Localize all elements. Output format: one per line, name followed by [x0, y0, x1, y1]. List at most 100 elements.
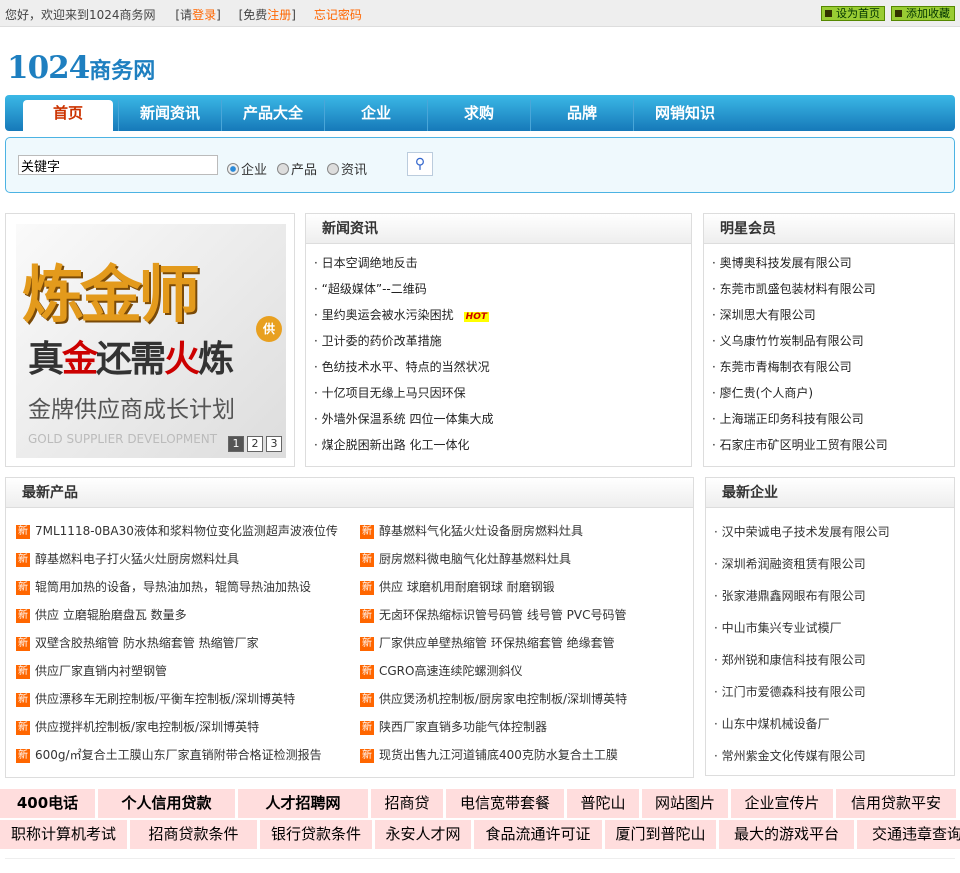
member-item[interactable]: 奥博奥科技发展有限公司 — [720, 256, 852, 270]
product-item[interactable]: 新供应厂家直销内衬塑钢管 — [16, 657, 338, 685]
members-heading: 明星会员 — [704, 214, 954, 244]
friend-link[interactable]: 银行贷款条件 — [260, 820, 372, 849]
product-item[interactable]: 新 CGRO高速连续陀螺测斜仪 — [360, 657, 627, 685]
radio-product[interactable]: 产品 — [277, 159, 317, 178]
friend-link[interactable]: 永安人才网 — [375, 820, 471, 849]
banner-page-1[interactable]: 1 — [228, 436, 244, 452]
company-item[interactable]: 中山市集兴专业试模厂 — [722, 621, 842, 635]
news-item[interactable]: 日本空调绝地反击 — [322, 256, 418, 270]
product-link[interactable]: 陕西厂家直销多功能气体控制器 — [379, 720, 547, 734]
product-link[interactable]: 供应 立磨辊胎磨盘瓦 数量多 — [35, 608, 187, 622]
product-link[interactable]: 辊筒用加热的设备，导热油加热，辊筒导热油加热设 — [35, 580, 311, 594]
nav-companies[interactable]: 企业 — [324, 100, 427, 131]
friend-link[interactable]: 厦门到普陀山 — [605, 820, 716, 849]
banner-page-3[interactable]: 3 — [266, 436, 282, 452]
company-item[interactable]: 江门市爱德森科技有限公司 — [722, 685, 866, 699]
product-link[interactable]: 供应 球磨机用耐磨钢球 耐磨钢锻 — [379, 580, 555, 594]
company-item[interactable]: 郑州锐和康信科技有限公司 — [722, 653, 866, 667]
member-item[interactable]: 石家庄市矿区明业工贸有限公司 — [720, 438, 888, 452]
company-item[interactable]: 深圳希润融资租赁有限公司 — [722, 557, 866, 571]
news-item[interactable]: 外墙外保温系统 四位一体集大成 — [322, 412, 494, 426]
product-item[interactable]: 新醇基燃料电子打火猛火灶厨房燃料灶具 — [16, 545, 338, 573]
register-link[interactable]: 注册 — [267, 8, 291, 22]
news-item[interactable]: 里约奥运会被水污染困扰 — [322, 308, 454, 322]
news-item[interactable]: “超级媒体”--二维码 — [322, 282, 427, 296]
radio-news[interactable]: 资讯 — [327, 159, 367, 178]
friend-link[interactable]: 普陀山 — [567, 789, 639, 818]
product-link[interactable]: 双壁含胶热缩管 防水热缩套管 热缩管厂家 — [35, 636, 259, 650]
product-item[interactable]: 新无卤环保热缩标识管号码管 线号管 PVC号码管 — [360, 601, 627, 629]
product-item[interactable]: 新辊筒用加热的设备，导热油加热，辊筒导热油加热设 — [16, 573, 338, 601]
product-link[interactable]: 厂家供应单壁热缩管 环保热缩套管 绝缘套管 — [379, 636, 615, 650]
product-item[interactable]: 新供应 立磨辊胎磨盘瓦 数量多 — [16, 601, 338, 629]
site-logo[interactable]: 1024商务网 — [7, 50, 155, 86]
friend-link[interactable]: 食品流通许可证 — [474, 820, 602, 849]
product-link[interactable]: 醇基燃料气化猛火灶设备厨房燃料灶具 — [379, 524, 583, 538]
company-item[interactable]: 汉中荣诚电子技术发展有限公司 — [722, 525, 890, 539]
set-home-button[interactable]: 设为首页 — [821, 6, 885, 21]
product-item[interactable]: 新现货出售九江河道铺底400克防水复合土工膜 — [360, 741, 627, 769]
nav-news[interactable]: 新闻资讯 — [118, 100, 221, 131]
product-link[interactable]: 供应漂移车无刷控制板/平衡车控制板/深圳博英特 — [35, 692, 295, 706]
product-link[interactable]: 供应煲汤机控制板/厨房家电控制板/深圳博英特 — [379, 692, 627, 706]
friend-link[interactable]: 信用贷款平安 — [836, 789, 956, 818]
product-item[interactable]: 新醇基燃料气化猛火灶设备厨房燃料灶具 — [360, 517, 627, 545]
product-item[interactable]: 新 7ML1118-0BA30液体和浆料物位变化监测超声波液位传 — [16, 517, 338, 545]
friend-link[interactable]: 400电话 — [0, 789, 95, 818]
nav-marketing[interactable]: 网销知识 — [633, 100, 736, 131]
company-item[interactable]: 张家港鼎鑫网眼布有限公司 — [722, 589, 866, 603]
product-item[interactable]: 新供应煲汤机控制板/厨房家电控制板/深圳博英特 — [360, 685, 627, 713]
product-link[interactable]: 供应厂家直销内衬塑钢管 — [35, 664, 167, 678]
product-item[interactable]: 新 600g/㎡复合土工膜山东厂家直销附带合格证检测报告 — [16, 741, 338, 769]
member-item[interactable]: 深圳思大有限公司 — [720, 308, 816, 322]
nav-buy[interactable]: 求购 — [427, 100, 530, 131]
news-item[interactable]: 十亿项目无缘上马只因环保 — [322, 386, 466, 400]
friend-link[interactable]: 网站图片 — [642, 789, 728, 818]
member-item[interactable]: 东莞市青梅制衣有限公司 — [720, 360, 852, 374]
nav-products[interactable]: 产品大全 — [221, 100, 324, 131]
product-link[interactable]: 醇基燃料电子打火猛火灶厨房燃料灶具 — [35, 552, 239, 566]
product-link[interactable]: 现货出售九江河道铺底400克防水复合土工膜 — [379, 748, 618, 762]
product-link[interactable]: 厨房燃料微电脑气化灶醇基燃料灶具 — [379, 552, 571, 566]
news-item[interactable]: 煤企脱困新出路 化工一体化 — [322, 438, 470, 452]
product-link[interactable]: CGRO高速连续陀螺测斜仪 — [379, 664, 522, 678]
company-item[interactable]: 山东中煤机械设备厂 — [722, 717, 830, 731]
product-link[interactable]: 7ML1118-0BA30液体和浆料物位变化监测超声波液位传 — [35, 524, 338, 538]
friend-link[interactable]: 职称计算机考试 — [0, 820, 127, 849]
search-button[interactable]: ⚲ — [407, 152, 433, 176]
login-link[interactable]: 登录 — [192, 8, 216, 22]
news-item[interactable]: 卫计委的药价改革措施 — [322, 334, 442, 348]
friend-link[interactable]: 招商贷 — [371, 789, 443, 818]
product-item[interactable]: 新供应漂移车无刷控制板/平衡车控制板/深圳博英特 — [16, 685, 338, 713]
member-item[interactable]: 义乌康竹竹炭制品有限公司 — [720, 334, 864, 348]
product-item[interactable]: 新供应搅拌机控制板/家电控制板/深圳博英特 — [16, 713, 338, 741]
product-link[interactable]: 供应搅拌机控制板/家电控制板/深圳博英特 — [35, 720, 259, 734]
product-item[interactable]: 新陕西厂家直销多功能气体控制器 — [360, 713, 627, 741]
friend-link[interactable]: 企业宣传片 — [731, 789, 833, 818]
radio-company[interactable]: 企业 — [227, 159, 267, 178]
nav-brands[interactable]: 品牌 — [530, 100, 633, 131]
company-item[interactable]: 常州紫金文化传媒有限公司 — [722, 749, 866, 763]
news-item[interactable]: 色纺技术水平、特点的当然状况 — [322, 360, 490, 374]
product-item[interactable]: 新双壁含胶热缩管 防水热缩套管 热缩管厂家 — [16, 629, 338, 657]
product-item[interactable]: 新供应 球磨机用耐磨钢球 耐磨钢锻 — [360, 573, 627, 601]
product-item[interactable]: 新厂家供应单壁热缩管 环保热缩套管 绝缘套管 — [360, 629, 627, 657]
bookmark-button[interactable]: 添加收藏 — [891, 6, 955, 21]
friend-link[interactable]: 招商贷款条件 — [130, 820, 257, 849]
member-item[interactable]: 东莞市凯盛包装材料有限公司 — [720, 282, 876, 296]
friend-link[interactable]: 个人信用贷款 — [98, 789, 235, 818]
product-item[interactable]: 新厨房燃料微电脑气化灶醇基燃料灶具 — [360, 545, 627, 573]
friend-link[interactable]: 电信宽带套餐 — [446, 789, 564, 818]
friend-link[interactable]: 人才招聘网 — [238, 789, 368, 818]
forgot-password-link[interactable]: 忘记密码 — [314, 8, 362, 22]
member-item[interactable]: 廖仁贵(个人商户) — [720, 386, 813, 400]
member-item[interactable]: 上海瑞正印务科技有限公司 — [720, 412, 864, 426]
promo-banner[interactable]: 炼金师 供 真金还需火炼 金牌供应商成长计划 GOLD SUPPLIER DEV… — [16, 224, 286, 458]
product-link[interactable]: 无卤环保热缩标识管号码管 线号管 PVC号码管 — [379, 608, 626, 622]
friend-link[interactable]: 交通违章查询 — [857, 820, 960, 849]
friend-link[interactable]: 最大的游戏平台 — [719, 820, 854, 849]
nav-home[interactable]: 首页 — [23, 100, 113, 131]
product-link[interactable]: 600g/㎡复合土工膜山东厂家直销附带合格证检测报告 — [35, 748, 322, 762]
search-input[interactable] — [18, 155, 218, 175]
banner-page-2[interactable]: 2 — [247, 436, 263, 452]
